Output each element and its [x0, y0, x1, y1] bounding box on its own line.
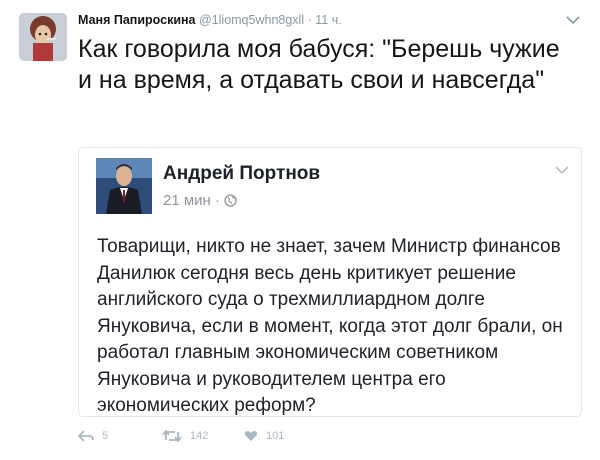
- tweet-header: Маня Папироскина @1liomq5whn8gxll · 11 ч…: [78, 13, 580, 27]
- author-avatar[interactable]: [19, 13, 67, 61]
- reply-count: 5: [102, 430, 109, 442]
- reply-button[interactable]: 5: [78, 430, 108, 442]
- tweet-timestamp[interactable]: 11 ч.: [315, 13, 341, 27]
- retweet-icon: [162, 430, 182, 442]
- quoted-author-name[interactable]: Андрей Портнов: [163, 163, 320, 185]
- quoted-post-meta: 21 мин ·: [163, 192, 237, 211]
- header-separator: ·: [307, 13, 312, 27]
- retweet-button[interactable]: 142: [162, 430, 208, 442]
- author-name[interactable]: Маня Папироскина: [78, 13, 196, 27]
- chevron-down-icon[interactable]: [566, 12, 580, 25]
- heart-icon: [244, 430, 258, 442]
- tweet-text: Как говорила моя бабуся: "Берешь чужие и…: [78, 35, 560, 94]
- chevron-down-icon[interactable]: [555, 162, 569, 175]
- globe-icon: [224, 194, 237, 211]
- quoted-meta-separator: ·: [215, 192, 220, 209]
- reply-icon: [78, 430, 94, 442]
- author-handle[interactable]: @1liomq5whn8gxll: [199, 13, 304, 27]
- like-count: 101: [266, 430, 285, 442]
- like-button[interactable]: 101: [244, 430, 284, 442]
- retweet-count: 142: [190, 430, 209, 442]
- quoted-post-time[interactable]: 21 мин: [163, 192, 211, 209]
- quoted-post-card[interactable]: Андрей Портнов 21 мин · Товарищи, никто …: [78, 147, 582, 417]
- quoted-post-text: Товарищи, никто не знает, зачем Министр …: [97, 236, 563, 416]
- quoted-author-avatar[interactable]: [96, 158, 152, 214]
